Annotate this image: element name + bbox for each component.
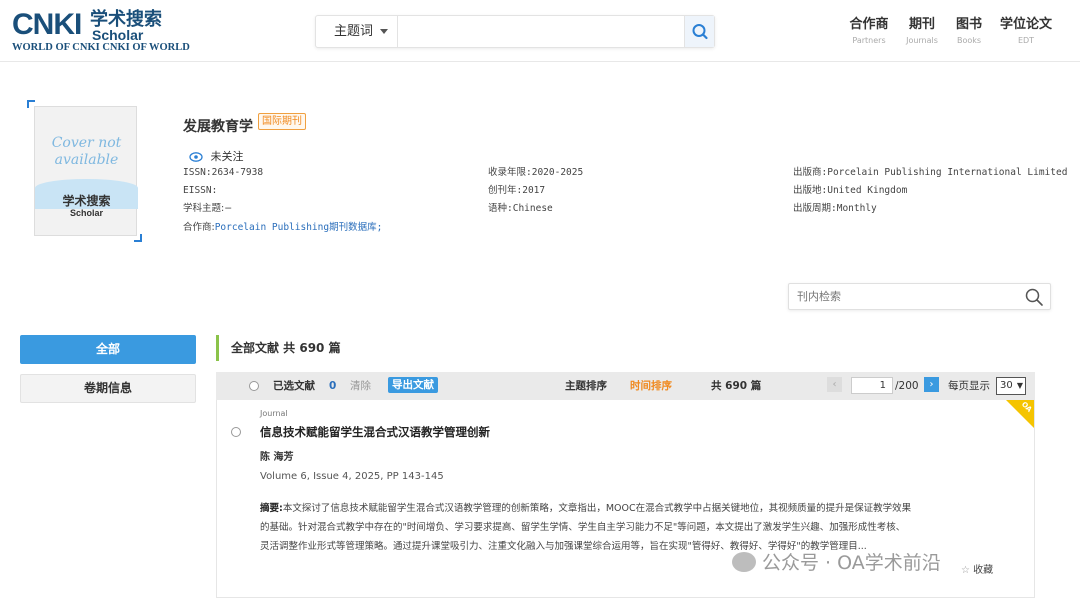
favorite-label: 收藏 bbox=[973, 565, 994, 576]
sort-time[interactable]: 时间排序 bbox=[630, 372, 672, 400]
logo-scholar: Scholar bbox=[92, 27, 144, 43]
abstract-line-1: 本文探讨了信息技术赋能留学生混合式汉语教学管理的创新策略，文章指出，MOOC在混… bbox=[282, 503, 912, 514]
abstract-line-2: 的基础。针对混合式教学中存在的"时间增负、学习要求提高、留学生学情、学生自主学习… bbox=[260, 522, 906, 533]
nav-partners-label: 合作商 bbox=[849, 17, 889, 32]
prev-page-button[interactable]: ‹ bbox=[827, 377, 842, 392]
wechat-icon bbox=[732, 552, 756, 572]
star-icon: ☆ bbox=[961, 565, 970, 576]
journal-subject: 学科主题:− bbox=[183, 203, 232, 215]
search-icon[interactable] bbox=[1024, 287, 1044, 307]
journal-years: 收录年限:2020-2025 bbox=[488, 167, 584, 178]
cover-logo-cn: 学术搜索 bbox=[62, 194, 111, 208]
item-select-radio[interactable] bbox=[231, 427, 241, 437]
selected-label: 已选文献 bbox=[273, 380, 315, 392]
sort-topic[interactable]: 主题排序 bbox=[565, 372, 607, 400]
export-button[interactable]: 导出文献 bbox=[388, 377, 438, 393]
chevron-down-icon bbox=[380, 29, 388, 34]
journal-partner: 合作商:Porcelain Publishing期刊数据库; bbox=[183, 222, 382, 234]
abstract-label: 摘要: bbox=[260, 503, 283, 514]
item-title[interactable]: 信息技术赋能留学生混合式汉语教学管理创新 bbox=[260, 424, 490, 440]
journal-subject-text: 学科主题:− bbox=[183, 203, 233, 214]
main-search-bar: 主题词 bbox=[315, 15, 715, 48]
select-all-radio[interactable] bbox=[249, 381, 259, 391]
sidebar-item-all[interactable]: 全部 bbox=[20, 335, 196, 364]
nav-edt-sub: EDT bbox=[1017, 36, 1035, 45]
top-header: CNKI 学术搜索 Scholar WORLD OF CNKI CNKI OF … bbox=[0, 0, 1080, 62]
journal-issn: ISSN:2634-7938 bbox=[183, 167, 264, 178]
nav-books-label: 图书 bbox=[955, 17, 982, 32]
next-page-button[interactable]: › bbox=[924, 377, 939, 392]
cnki-scholar-logo[interactable]: CNKI 学术搜索 Scholar WORLD OF CNKI CNKI OF … bbox=[12, 8, 190, 56]
nav-books[interactable]: 图书 Books bbox=[953, 17, 985, 45]
search-field-select[interactable]: 主题词 bbox=[316, 16, 398, 47]
journal-place: 出版地:United Kingdom bbox=[793, 185, 908, 196]
item-volume: Volume 6, Issue 4, 2025, PP 143-145 bbox=[260, 471, 444, 482]
search-input[interactable] bbox=[400, 17, 680, 46]
page-total: /200 bbox=[895, 380, 919, 392]
journal-language: 语种:Chinese bbox=[488, 203, 553, 214]
in-journal-search-input[interactable] bbox=[797, 286, 1017, 307]
logo-text: CNKI bbox=[12, 8, 82, 41]
journal-eissn: EISSN: bbox=[183, 185, 218, 196]
journal-cover: Cover not available 学术搜索 Scholar bbox=[27, 100, 142, 242]
per-page-label: 每页显示 bbox=[948, 380, 990, 392]
sidebar-item-volumes[interactable]: 卷期信息 bbox=[20, 374, 196, 403]
item-type: Journal bbox=[260, 409, 288, 418]
page-input[interactable]: 1 bbox=[851, 377, 893, 394]
cover-not-available-text: Cover not available bbox=[51, 135, 122, 168]
clear-button[interactable]: 清除 bbox=[350, 372, 371, 400]
journal-partner-label: 合作商: bbox=[183, 222, 215, 233]
results-toolbar: 已选文献 0 清除 导出文献 主题排序 时间排序 共 690 篇 ‹ 1 /20… bbox=[216, 372, 1035, 400]
journal-title: 发展教育学 bbox=[183, 119, 253, 135]
selected-count: 0 bbox=[329, 380, 337, 392]
follow-button[interactable]: 未关注 bbox=[189, 148, 244, 164]
results-total: 全部文献 共 690 篇 bbox=[216, 335, 341, 361]
search-field-label: 主题词 bbox=[334, 24, 374, 39]
nav-journals-label: 期刊 bbox=[908, 17, 935, 32]
in-journal-search bbox=[788, 283, 1051, 310]
per-page-select[interactable]: 30 ▼ bbox=[996, 377, 1026, 395]
journal-founded: 创刊年:2017 bbox=[488, 185, 546, 196]
per-page-value: 30 bbox=[1000, 380, 1013, 391]
watermark: 公众号 · OA学术前沿 bbox=[732, 548, 941, 575]
nav-books-sub: Books bbox=[956, 36, 982, 45]
chevron-down-icon: ▼ bbox=[1016, 381, 1023, 390]
search-button[interactable] bbox=[684, 16, 714, 47]
search-icon bbox=[692, 24, 708, 40]
nav-partners-sub: Partners bbox=[852, 36, 886, 45]
results-count: 共 690 篇 bbox=[711, 380, 762, 392]
nav-partners[interactable]: 合作商 Partners bbox=[848, 17, 890, 45]
logo-tagline: WORLD OF CNKI CNKI OF WORLD bbox=[12, 42, 190, 53]
journal-partner-link[interactable]: Porcelain Publishing期刊数据库; bbox=[215, 222, 383, 233]
nav-journals-sub: Journals bbox=[906, 36, 938, 45]
eye-icon bbox=[189, 152, 203, 162]
nav-journals[interactable]: 期刊 Journals bbox=[905, 17, 939, 45]
cover-image: Cover not available 学术搜索 Scholar bbox=[34, 106, 138, 236]
nav-edt[interactable]: 学位论文 EDT bbox=[998, 17, 1054, 45]
follow-label: 未关注 bbox=[210, 150, 244, 163]
item-author[interactable]: 陈 海芳 bbox=[260, 448, 293, 463]
international-journal-badge: 国际期刊 bbox=[258, 113, 306, 130]
nav-edt-label: 学位论文 bbox=[999, 17, 1052, 32]
favorite-button[interactable]: ☆ 收藏 bbox=[961, 561, 993, 576]
cover-logo-en: Scholar bbox=[69, 208, 103, 218]
journal-publisher: 出版商:Porcelain Publishing International L… bbox=[793, 167, 1068, 178]
watermark-text: 公众号 · OA学术前沿 bbox=[762, 552, 941, 574]
journal-cycle: 出版周期:Monthly bbox=[793, 203, 877, 214]
